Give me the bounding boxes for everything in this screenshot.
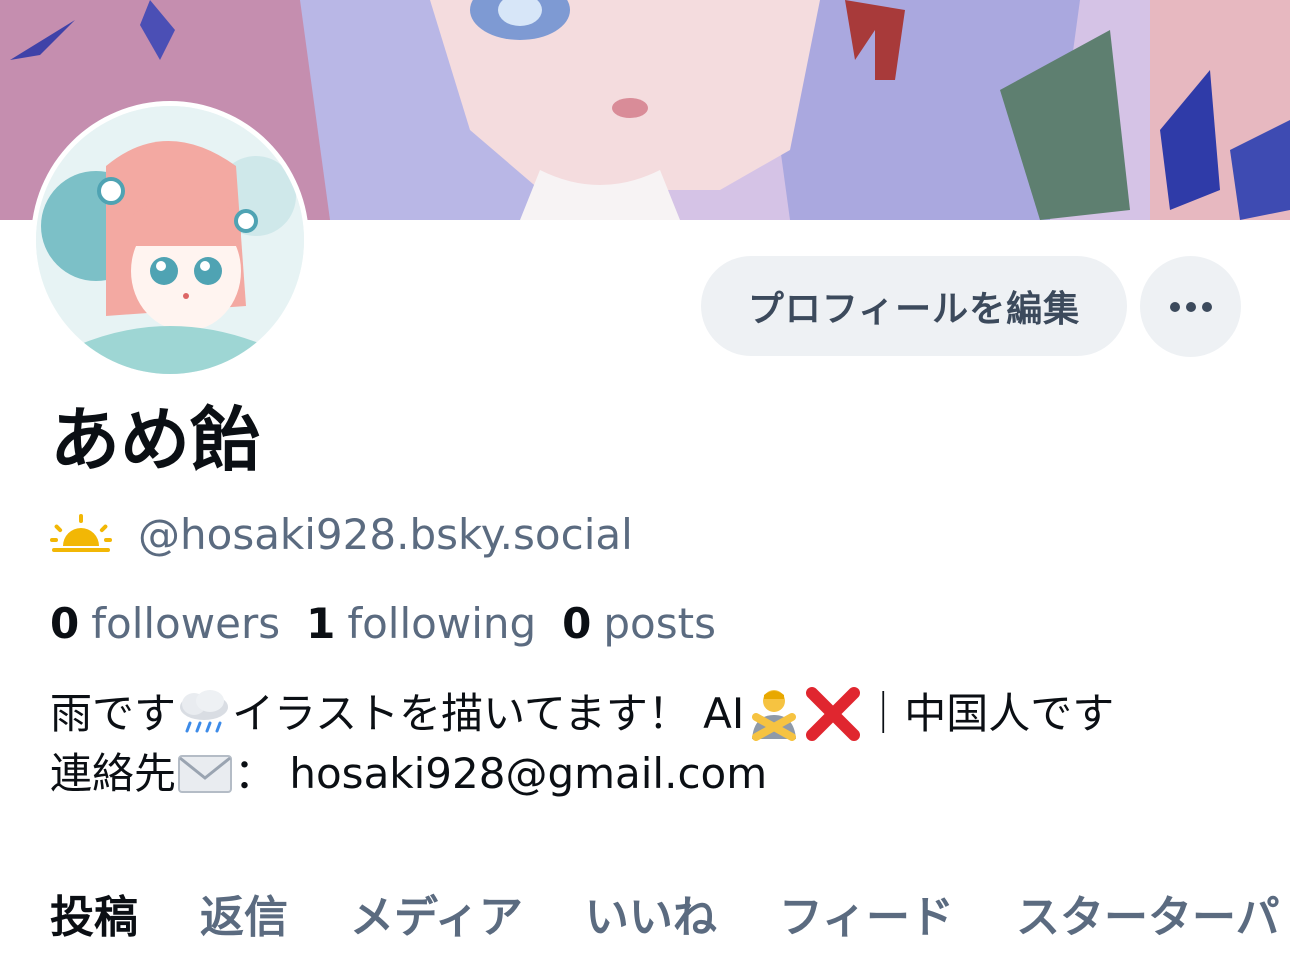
tab-posts[interactable]: 投稿 [50, 881, 138, 945]
profile-avatar[interactable] [31, 101, 309, 379]
edit-profile-button[interactable]: プロフィールを編集 [701, 256, 1127, 356]
bio-text-1a: 雨です [50, 689, 177, 738]
bio-text-1b: イラストを描いてます！ AI [232, 689, 745, 738]
tab-replies[interactable]: 返信 [200, 881, 288, 945]
no-gesture-person-icon [752, 690, 797, 741]
bio-text-1c: ｜中国人です [862, 689, 1115, 738]
followers-label: followers [91, 598, 281, 648]
posts-stat: 0 posts [562, 599, 716, 648]
bio-line-2: 連絡先 ： hosaki928@gmail.com [50, 744, 1114, 804]
tab-feeds[interactable]: フィード [779, 881, 954, 945]
tab-media[interactable]: メディア [350, 881, 523, 945]
tab-likes[interactable]: いいね [585, 881, 717, 945]
following-label: following [347, 598, 537, 648]
sunrise-icon [50, 514, 112, 552]
ellipsis-icon [1169, 301, 1212, 312]
profile-bio: 雨です イラストを描いてます！ AI ｜中国人です 連絡先 ： hosaki92… [50, 684, 1114, 804]
profile-stats: 0 followers 1 following 0 posts [50, 596, 742, 650]
display-name: あめ飴 [50, 399, 260, 481]
followers-count: 0 [50, 598, 80, 648]
following-stat[interactable]: 1 following [306, 599, 536, 648]
profile-handle[interactable]: @hosaki928.bsky.social [138, 510, 633, 559]
posts-count: 0 [562, 598, 592, 648]
followers-stat[interactable]: 0 followers [50, 599, 280, 648]
rain-cloud-icon [180, 690, 229, 733]
profile-page: プロフィールを編集 あめ飴 @hosaki928.bsky.social 0 f… [0, 0, 1290, 971]
edit-profile-label: プロフィールを編集 [747, 289, 1081, 330]
bio-text-2a: 連絡先 [50, 749, 177, 798]
following-count: 1 [306, 598, 336, 648]
cross-mark-icon [806, 687, 861, 741]
profile-tabs: 投稿 返信 メディア いいね フィード スターターパ [50, 878, 1290, 948]
tab-starter-packs[interactable]: スターターパ [1016, 881, 1280, 945]
posts-label: posts [603, 598, 716, 648]
bio-text-2b[interactable]: ： hosaki928@gmail.com [234, 744, 767, 804]
avatar-illustration [36, 106, 304, 374]
handle-row: @hosaki928.bsky.social [50, 506, 633, 562]
envelope-icon [178, 755, 233, 793]
more-options-button[interactable] [1140, 256, 1241, 357]
bio-line-1: 雨です イラストを描いてます！ AI ｜中国人です [50, 684, 1114, 744]
